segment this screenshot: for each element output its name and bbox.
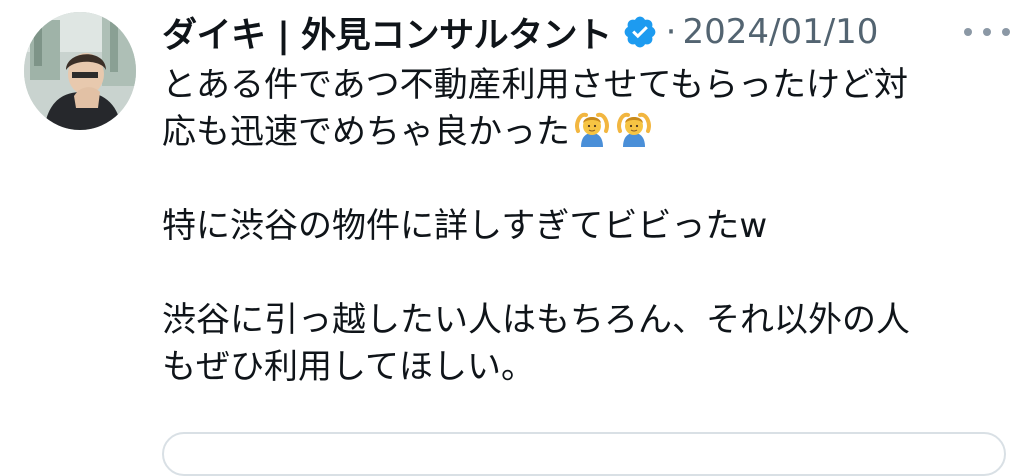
tweet-text-segment: 応も迅速でめちゃ良かった [162,112,570,152]
tweet-header: ダイキ | 外見コンサルタント · 2024/01/10 [162,10,878,56]
author-name[interactable]: ダイキ | 外見コンサルタント [162,7,612,58]
author-avatar[interactable] [24,12,136,130]
more-options-icon[interactable] [964,18,1010,46]
more-dot [1002,28,1010,36]
tweet-text-line-with-emoji: 応も迅速でめちゃ良かった [162,109,982,156]
person-gesturing-ok-emoji [614,109,654,149]
tweet-date[interactable]: 2024/01/10 [682,12,878,52]
tweet-body: とある件であつ不動産利用させてもらったけど対 応も迅速でめちゃ良かった 特に渋谷… [162,62,982,391]
tweet-text-line: とある件であつ不動産利用させてもらったけど対 [162,65,908,105]
more-dot [983,28,991,36]
tweet-text-line: もぜひ利用してほしい。 [162,347,535,387]
tweet-text-line: 特に渋谷の物件に詳しすぎてビビったw [162,206,768,246]
person-gesturing-ok-emoji [572,109,612,149]
tweet-text-line: 渋谷に引っ越したい人はもちろん、それ以外の人 [162,300,910,340]
embedded-card-top-edge[interactable] [162,432,1006,476]
header-separator: · [665,12,677,52]
avatar-photo [24,12,136,130]
tweet: ダイキ | 外見コンサルタント · 2024/01/10 とある件であつ不動産利… [0,0,1024,476]
more-dot [964,28,972,36]
verified-badge-icon [622,14,658,50]
